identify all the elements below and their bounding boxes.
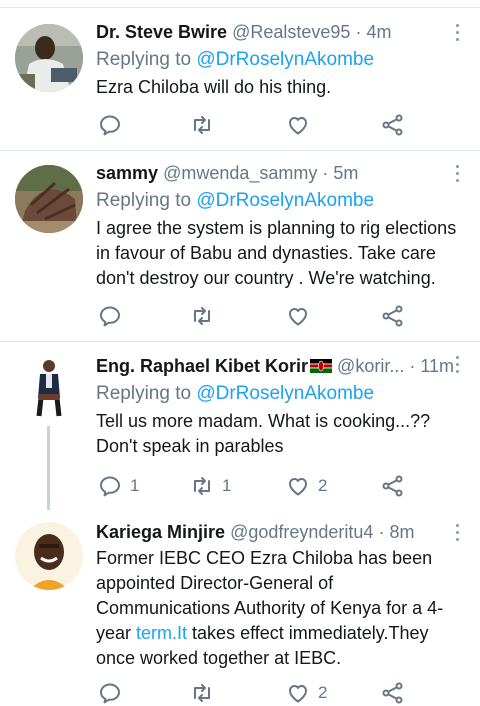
avatar[interactable]	[15, 354, 83, 422]
share-button[interactable]	[381, 473, 405, 499]
like-button[interactable]	[286, 303, 310, 329]
tweet-header: Kariega Minjire @godfreynderitu4 · 8m	[96, 519, 470, 545]
tweet-header: Eng. Raphael Kibet Korir @korir... · 11m	[96, 353, 470, 379]
tweet-text-line: Tell us more madam. What is cooking...??	[96, 411, 431, 431]
tweet-raphael-korir[interactable]: Eng. Raphael Kibet Korir @korir... · 11m…	[0, 342, 480, 510]
mention-link[interactable]: @DrRoselynAkombe	[196, 190, 374, 211]
share-icon	[382, 305, 403, 327]
separator: ·	[378, 522, 385, 542]
retweet-icon	[194, 116, 210, 134]
avatar[interactable]	[15, 24, 83, 92]
tweet-text: Ezra Chiloba will do his thing.	[96, 77, 332, 97]
thread-line	[47, 426, 50, 510]
reply-button[interactable]	[98, 303, 122, 329]
tweet-text: Former IEBC CEO Ezra Chiloba has been ap…	[96, 546, 470, 671]
tweet-header: Dr. Steve Bwire @Realsteve95 · 4m	[96, 19, 470, 45]
mention-link[interactable]: @DrRoselynAkombe	[196, 383, 374, 404]
share-button[interactable]	[381, 303, 405, 329]
heart-icon	[289, 478, 307, 496]
reply-button[interactable]	[98, 112, 122, 138]
heart-icon	[289, 308, 307, 326]
like-button[interactable]: 2	[286, 473, 327, 499]
retweet-button[interactable]	[190, 680, 214, 706]
mention-link[interactable]: @DrRoselynAkombe	[196, 49, 374, 70]
caret-icon[interactable]	[454, 356, 460, 374]
like-button[interactable]: 2	[286, 680, 327, 706]
reply-icon	[100, 306, 120, 327]
timestamp[interactable]: 11m	[420, 356, 454, 376]
retweet-button[interactable]	[190, 303, 214, 329]
display-name[interactable]: Kariega Minjire	[96, 522, 225, 542]
user-handle[interactable]: @godfreynderitu4	[230, 522, 373, 542]
avatar[interactable]	[15, 522, 83, 590]
kenya-flag-icon	[310, 354, 333, 373]
user-handle[interactable]: @Realsteve95	[232, 22, 350, 42]
share-button[interactable]	[381, 680, 405, 706]
timestamp[interactable]: 8m	[389, 522, 414, 542]
reply-button[interactable]	[98, 680, 122, 706]
display-name[interactable]: Dr. Steve Bwire	[96, 22, 227, 42]
user-handle[interactable]: @mwenda_sammy	[163, 163, 317, 183]
retweet-button[interactable]	[190, 112, 214, 138]
like-count: 2	[318, 476, 328, 495]
share-icon	[382, 114, 403, 136]
reply-icon	[100, 683, 120, 704]
reply-icon	[100, 115, 120, 136]
tweet-header: sammy @mwenda_sammy · 5m	[96, 160, 470, 186]
tweet-link[interactable]: term.It	[136, 623, 187, 643]
replying-to: Replying to @DrRoselynAkombe	[96, 381, 470, 406]
separator: ·	[409, 356, 416, 376]
retweet-icon	[194, 477, 210, 495]
share-button[interactable]	[381, 112, 405, 138]
replying-prefix: Replying to	[96, 49, 192, 70]
tweet-text-line: Don't speak in parables	[96, 436, 284, 456]
action-bar	[96, 303, 436, 329]
heart-icon	[289, 685, 307, 703]
like-button[interactable]	[286, 112, 310, 138]
timestamp[interactable]: 4m	[366, 22, 391, 42]
share-icon	[382, 475, 403, 497]
action-bar: 2	[96, 680, 436, 706]
replying-prefix: Replying to	[96, 383, 192, 404]
replying-prefix: Replying to	[96, 190, 192, 211]
tweet-text: I agree the system is planning to rig el…	[96, 218, 457, 288]
user-handle[interactable]: @korir...	[337, 356, 404, 376]
like-count: 2	[318, 683, 328, 702]
heart-icon	[289, 117, 307, 135]
tweet-kariega-minjire[interactable]: Kariega Minjire @godfreynderitu4 · 8m Fo…	[0, 510, 480, 704]
display-name[interactable]: sammy	[96, 163, 158, 183]
replying-to: Replying to @DrRoselynAkombe	[96, 47, 470, 72]
caret-icon[interactable]	[454, 165, 460, 183]
reply-icon	[100, 476, 120, 497]
display-name[interactable]: Eng. Raphael Kibet Korir	[96, 356, 308, 376]
reply-count: 1	[130, 476, 140, 495]
caret-icon[interactable]	[454, 24, 460, 42]
separator: ·	[322, 163, 329, 183]
retweet-count: 1	[222, 476, 232, 495]
tweet-text: Tell us more madam. What is cooking...??…	[96, 409, 470, 459]
action-bar	[96, 112, 436, 138]
avatar[interactable]	[15, 165, 83, 233]
separator: ·	[355, 22, 362, 42]
reply-button[interactable]: 1	[98, 473, 139, 499]
action-bar: 1 1 2	[96, 473, 436, 499]
replying-to: Replying to @DrRoselynAkombe	[96, 188, 470, 213]
share-icon	[382, 682, 403, 704]
timestamp[interactable]: 5m	[333, 163, 358, 183]
retweet-icon	[194, 684, 210, 702]
caret-icon[interactable]	[454, 524, 460, 542]
retweet-button[interactable]: 1	[190, 473, 231, 499]
tweet-steve-bwire[interactable]: Dr. Steve Bwire @Realsteve95 · 4m Replyi…	[0, 0, 480, 150]
retweet-icon	[194, 307, 210, 325]
tweet-sammy[interactable]: sammy @mwenda_sammy · 5m Replying to @Dr…	[0, 151, 480, 341]
